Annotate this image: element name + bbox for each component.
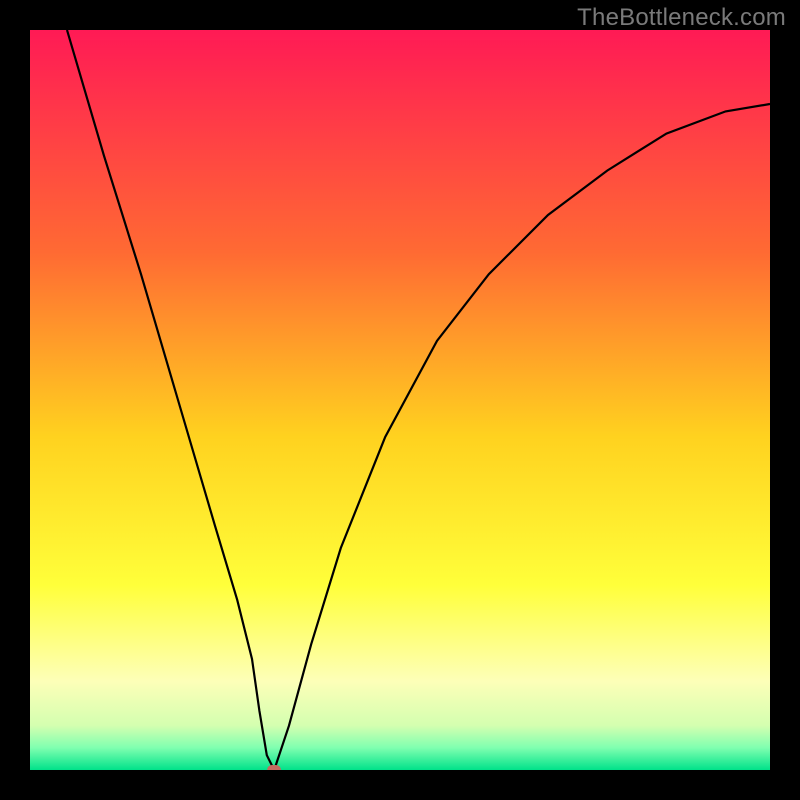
plot-area	[30, 30, 770, 770]
watermark-text: TheBottleneck.com	[577, 4, 786, 32]
curve-line	[30, 30, 770, 770]
minimum-marker	[267, 765, 281, 770]
chart-frame: TheBottleneck.com	[0, 0, 800, 800]
